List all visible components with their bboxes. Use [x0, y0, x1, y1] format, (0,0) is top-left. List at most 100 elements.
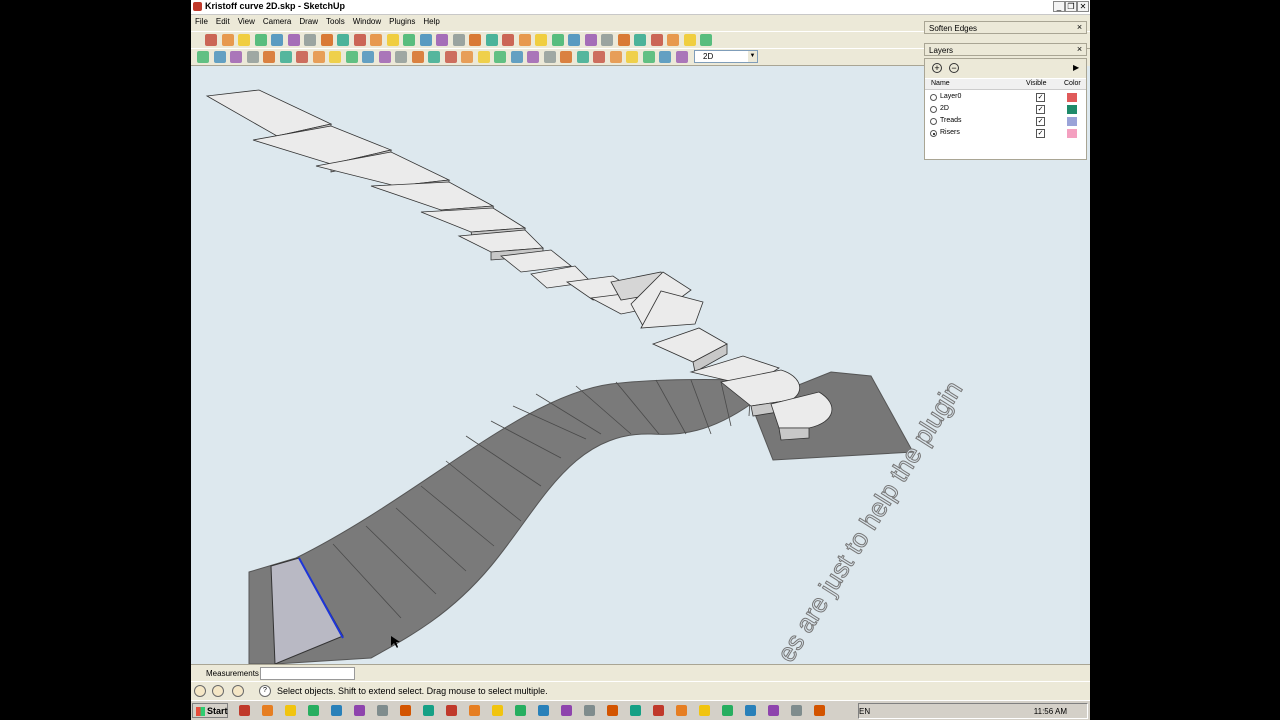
soften-edges-header[interactable]: Soften Edges ×	[924, 21, 1087, 34]
menu-help[interactable]: Help	[419, 15, 443, 26]
details-arrow-icon[interactable]: ▶	[1073, 63, 1079, 72]
plugin-icon[interactable]	[609, 51, 622, 63]
plugin-icon[interactable]	[675, 51, 688, 63]
menu-camera[interactable]: Camera	[259, 15, 295, 26]
taskbar-app-icon[interactable]	[676, 705, 687, 716]
taskbar-app-icon[interactable]	[423, 705, 434, 716]
plugin-icon[interactable]	[527, 51, 539, 63]
layer-color-swatch[interactable]	[1067, 117, 1077, 126]
plugin-icon[interactable]	[560, 51, 572, 63]
menu-view[interactable]: View	[234, 15, 259, 26]
plugin-icon[interactable]	[477, 51, 490, 63]
add-layer-icon[interactable]: +	[932, 63, 942, 73]
taskbar-app-icon[interactable]	[469, 705, 480, 716]
taskbar-app-icon[interactable]	[377, 705, 388, 716]
help-icon[interactable]: ?	[259, 685, 271, 697]
plugin-icon[interactable]	[461, 51, 473, 63]
top-view-icon[interactable]	[518, 34, 531, 46]
plugin-icon[interactable]	[510, 51, 523, 63]
taskbar-app-icon[interactable]	[262, 705, 273, 716]
layer-select[interactable]: 2D ▼	[694, 50, 758, 63]
taskbar-app-icon[interactable]	[699, 705, 710, 716]
menu-edit[interactable]: Edit	[212, 15, 234, 26]
start-button[interactable]: Start	[192, 703, 228, 718]
plugin-icon[interactable]	[576, 51, 589, 63]
taskbar-app-icon[interactable]	[354, 705, 365, 716]
style-icon[interactable]	[700, 34, 712, 46]
language-indicator[interactable]: EN	[859, 707, 870, 716]
tape-icon[interactable]	[353, 34, 366, 46]
plugin-icon[interactable]	[642, 51, 655, 63]
front-view-icon[interactable]	[535, 34, 547, 46]
2d-icon[interactable]	[650, 34, 663, 46]
eraser-icon[interactable]	[304, 34, 316, 46]
active-layer-radio[interactable]	[930, 130, 937, 137]
visible-checkbox[interactable]: ✓	[1036, 105, 1045, 114]
plugin-icon[interactable]	[263, 51, 275, 63]
plugin-icon[interactable]	[230, 51, 242, 63]
active-layer-radio[interactable]	[930, 106, 937, 113]
layer-icon[interactable]	[601, 34, 613, 46]
taskbar-app-icon[interactable]	[561, 705, 572, 716]
plugin-icon[interactable]	[428, 51, 440, 63]
geo-location-icon[interactable]	[194, 685, 206, 697]
component-icon[interactable]	[568, 34, 580, 46]
taskbar-app-icon[interactable]	[446, 705, 457, 716]
arc-icon[interactable]	[287, 34, 300, 46]
plugin-icon[interactable]	[444, 51, 457, 63]
plugin-icon[interactable]	[329, 51, 341, 63]
taskbar-app-icon[interactable]	[768, 705, 779, 716]
dimension-icon[interactable]	[634, 34, 646, 46]
credits-icon[interactable]	[212, 685, 224, 697]
group-icon[interactable]	[584, 34, 597, 46]
plugin-icon[interactable]	[543, 51, 556, 63]
active-layer-radio[interactable]	[930, 118, 937, 125]
layer-row[interactable]: 2D ✓	[925, 104, 1086, 116]
close-button[interactable]: ✕	[1077, 1, 1089, 12]
plugin-icon[interactable]	[593, 51, 605, 63]
menu-window[interactable]: Window	[349, 15, 385, 26]
visible-checkbox[interactable]: ✓	[1036, 93, 1045, 102]
user-icon[interactable]	[232, 685, 244, 697]
zoom-icon[interactable]	[469, 34, 481, 46]
plugin-icon[interactable]	[378, 51, 391, 63]
plugin-icon[interactable]	[395, 51, 407, 63]
taskbar-app-icon[interactable]	[814, 705, 825, 716]
pan-icon[interactable]	[452, 34, 465, 46]
plugin-icon[interactable]	[345, 51, 358, 63]
iso-view-icon[interactable]	[502, 34, 514, 46]
menu-draw[interactable]: Draw	[295, 15, 322, 26]
layer-color-swatch[interactable]	[1067, 129, 1077, 138]
shadow-icon[interactable]	[667, 34, 679, 46]
plugin-icon[interactable]	[362, 51, 374, 63]
measurements-input[interactable]	[260, 667, 355, 680]
close-icon[interactable]: ×	[1075, 45, 1084, 54]
text-icon[interactable]	[617, 34, 630, 46]
plugin-icon[interactable]	[296, 51, 308, 63]
rotate2-icon[interactable]	[403, 34, 415, 46]
taskbar-app-icon[interactable]	[492, 705, 503, 716]
zoom-extents-icon[interactable]	[485, 34, 498, 46]
fog-icon[interactable]	[683, 34, 696, 46]
plugin-icon[interactable]	[213, 51, 226, 63]
taskbar-app-icon[interactable]	[722, 705, 733, 716]
active-layer-radio[interactable]	[930, 94, 937, 101]
plugin-icon[interactable]	[626, 51, 638, 63]
layer-color-swatch[interactable]	[1067, 105, 1077, 114]
visible-checkbox[interactable]: ✓	[1036, 129, 1045, 138]
visible-checkbox[interactable]: ✓	[1036, 117, 1045, 126]
rectangle-icon[interactable]	[238, 34, 250, 46]
move-icon[interactable]	[370, 34, 382, 46]
taskbar-app-icon[interactable]	[630, 705, 641, 716]
plugin-icon[interactable]	[659, 51, 671, 63]
plugin-icon[interactable]	[197, 51, 209, 63]
menu-tools[interactable]: Tools	[322, 15, 349, 26]
plugin-icon[interactable]	[312, 51, 325, 63]
restore-button[interactable]: ❐	[1065, 1, 1077, 12]
layer-color-swatch[interactable]	[1067, 93, 1077, 102]
pencil-icon[interactable]	[221, 34, 234, 46]
taskbar-app-icon[interactable]	[607, 705, 618, 716]
plugin-icon[interactable]	[279, 51, 292, 63]
layer-row[interactable]: Risers ✓	[925, 128, 1086, 140]
close-icon[interactable]: ×	[1075, 23, 1084, 32]
